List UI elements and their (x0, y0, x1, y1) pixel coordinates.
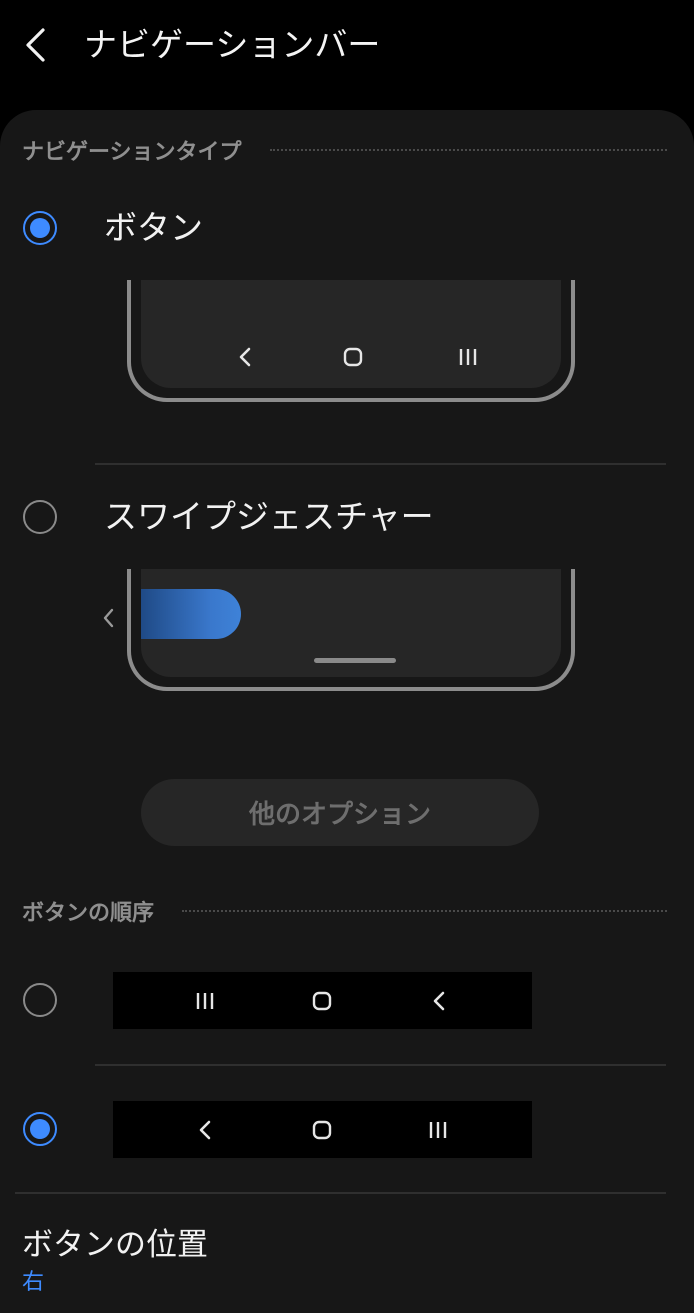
section-header-label: ボタンの順序 (22, 901, 155, 926)
section-header-button-order: ボタンの順序 (22, 896, 667, 926)
option-label-buttons[interactable]: ボタン (104, 206, 203, 250)
swipe-back-chevron-icon (98, 604, 118, 632)
back-button[interactable] (14, 20, 58, 70)
radio-order-recents-first[interactable] (23, 983, 57, 1017)
divider (95, 463, 666, 465)
section-divider-dots (269, 149, 667, 151)
section-divider-dots (182, 910, 667, 912)
button-position-title[interactable]: ボタンの位置 (22, 1223, 208, 1267)
back-icon (429, 986, 449, 1016)
recents-icon (426, 1117, 450, 1143)
preview-buttons-nav[interactable] (127, 280, 575, 402)
more-options-button[interactable]: 他のオプション (141, 779, 539, 846)
order-preview-back-home-recents[interactable] (113, 1101, 532, 1158)
radio-order-back-first[interactable] (23, 1112, 57, 1146)
home-icon (310, 988, 334, 1014)
section-header-nav-type: ナビゲーションタイプ (22, 135, 667, 165)
home-icon (310, 1117, 334, 1143)
button-position-value: 右 (22, 1270, 45, 1295)
swipe-gesture-pill (141, 589, 241, 639)
recents-icon (456, 344, 480, 370)
home-icon (341, 344, 365, 370)
radio-nav-buttons[interactable] (23, 211, 57, 245)
preview-swipe-nav[interactable] (127, 569, 575, 691)
app-bar: ナビゲーションバー (0, 0, 694, 110)
gesture-home-bar (314, 658, 396, 663)
order-preview-recents-home-back[interactable] (113, 972, 532, 1029)
back-icon (235, 342, 255, 372)
preview-screen (141, 280, 561, 388)
page-title: ナビゲーションバー (84, 25, 381, 64)
back-icon (195, 1115, 215, 1145)
section-header-label: ナビゲーションタイプ (22, 140, 242, 165)
divider (15, 1192, 666, 1194)
back-arrow-icon (26, 28, 45, 62)
preview-screen (141, 569, 561, 677)
recents-icon (193, 988, 217, 1014)
option-label-swipe[interactable]: スワイプジェスチャー (104, 495, 434, 539)
radio-nav-swipe[interactable] (23, 500, 57, 534)
divider (95, 1064, 666, 1066)
